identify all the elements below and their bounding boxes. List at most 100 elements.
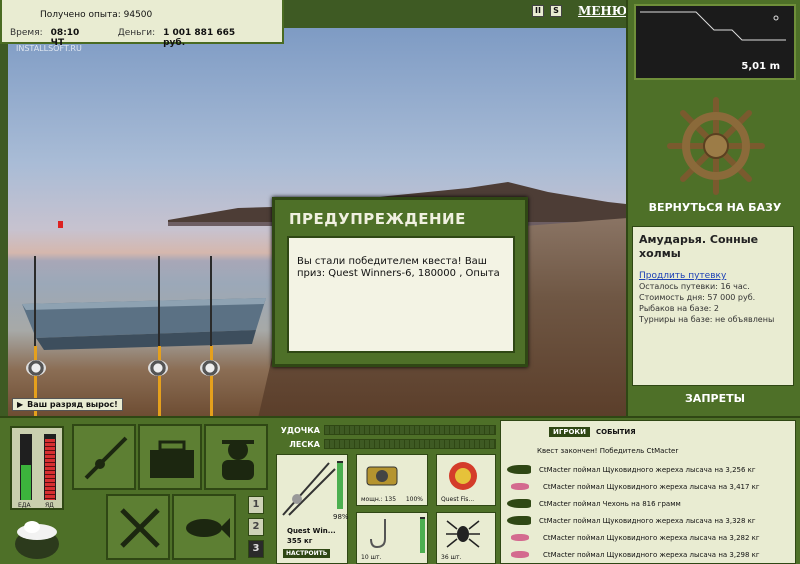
tool-page-1[interactable]: 1	[248, 496, 264, 514]
rod-icon	[282, 462, 336, 516]
tool-page-2[interactable]: 2	[248, 518, 264, 536]
player-info-panel: Получено опыта: 94500 Время: 08:10 ЧТ Де…	[0, 0, 284, 48]
dialog-message: Вы стали победителем квеста! Ваш приз: Q…	[287, 236, 515, 353]
events-panel: ИГРОКИ СОБЫТИЯ Квест закончен! Победител…	[500, 420, 796, 564]
rod-name: Quest Win...	[287, 527, 336, 535]
right-panel: 5,01 m ВЕРНУТЬСЯ НА БАЗУ Амударья. Сонны…	[626, 0, 800, 416]
event-text: CtMacter поймал Щуковидного жереха лысач…	[543, 533, 760, 542]
pause-icon[interactable]: II	[532, 5, 544, 17]
rod-weight: 355 кг	[287, 537, 313, 545]
setup-button[interactable]: НАСТРОИТЬ	[283, 549, 331, 558]
lure-icon	[511, 483, 529, 490]
events-list: CtMacter поймал Щуковидного жереха лысач…	[507, 461, 793, 563]
reel-percent: 100%	[405, 496, 423, 503]
event-text: CtMacter поймал Чехонь на 816 грамм	[539, 499, 681, 508]
info-line: Рыбаков на базе: 2	[639, 304, 719, 313]
rod-strength-label: УДОЧКА	[280, 425, 320, 435]
grade-badge: ▶ Ваш разряд вырос!	[12, 398, 123, 411]
depth-value: 5,01 m	[741, 61, 780, 72]
spider-icon	[446, 520, 480, 548]
bans-button[interactable]: ЗАПРЕТЫ	[628, 392, 800, 405]
poison-label: ЯД	[45, 502, 54, 509]
reel-power: мощн.: 135	[361, 496, 397, 503]
money-value: 1 001 881 665 руб.	[163, 28, 236, 48]
tool-page-3[interactable]: 3	[248, 540, 264, 558]
rod-condition-bar	[337, 461, 343, 509]
sound-icon[interactable]: S	[550, 5, 562, 17]
reel-icon	[148, 360, 168, 376]
depth-sonar: 5,01 m	[634, 4, 796, 80]
bait-count: 36 шт.	[441, 554, 462, 561]
bait-slot[interactable]: 36 шт.	[436, 512, 496, 564]
tackle-box-icon	[150, 440, 194, 478]
food-meter	[20, 434, 32, 500]
fisherman-icon	[222, 440, 254, 480]
hook-count: 10 шт.	[361, 554, 382, 561]
list-item: CtMacter поймал Щуковидного жереха лысач…	[507, 529, 793, 546]
info-line: Турниры на базе: не объявлены	[639, 315, 775, 324]
reel-icon	[200, 360, 220, 376]
time-label: Время:	[10, 28, 43, 38]
dialog-title: ПРЕДУПРЕЖДЕНИЕ	[289, 210, 466, 228]
list-item: CtMacter поймал Щуковидного жереха лысач…	[507, 478, 793, 495]
knife-fork-icon	[120, 508, 160, 548]
status-meters: ЕДА ЯД	[10, 426, 64, 510]
tackle-box-tool[interactable]	[138, 424, 202, 490]
fishing-rod-2[interactable]	[158, 256, 161, 416]
arrow-right-icon: ▶	[17, 400, 24, 409]
time-value: 08:10 ЧТ	[50, 28, 80, 48]
list-item: CtMacter поймал Щуковидного жереха лысач…	[507, 546, 793, 563]
fish-icon	[186, 518, 230, 538]
ship-wheel-icon[interactable]	[666, 96, 766, 196]
fish-icon	[507, 516, 531, 525]
list-item: CtMacter поймал Щуковидного жереха лысач…	[507, 461, 793, 478]
fish-icon	[507, 465, 531, 474]
lure-name: Quest Fis...	[441, 496, 475, 503]
gear-panel: УДОЧКА ЛЕСКА 98% Quest Win... 355 кг НАС…	[276, 420, 496, 564]
hook-bar	[420, 517, 425, 553]
line-strength-bar	[324, 439, 496, 449]
cauldron-icon[interactable]	[10, 514, 64, 562]
fisherman-tool[interactable]	[204, 424, 268, 490]
buoy	[58, 221, 63, 228]
location-title: Амударья. Сонные холмы	[639, 233, 759, 260]
hook-slot[interactable]: 10 шт.	[356, 512, 428, 564]
catch-tool[interactable]	[172, 494, 236, 560]
poison-meter	[44, 434, 56, 500]
info-line: Осталось путевки: 16 час.	[639, 282, 750, 291]
rod-strength-bar	[324, 425, 496, 435]
rod-tool[interactable]	[72, 424, 136, 490]
food-tool[interactable]	[106, 494, 170, 560]
event-text: CtMacter поймал Щуковидного жереха лысач…	[543, 550, 760, 559]
money-label: Деньги:	[117, 28, 156, 38]
warning-dialog[interactable]: ПРЕДУПРЕЖДЕНИЕ Вы стали победителем квес…	[272, 197, 528, 367]
line-strength-label: ЛЕСКА	[289, 439, 320, 449]
hook-icon	[370, 519, 386, 549]
reel-slot[interactable]: мощн.: 135 100%	[356, 454, 428, 506]
list-item: CtMacter поймал Чехонь на 816 грамм	[507, 495, 793, 512]
food-label: ЕДА	[18, 502, 31, 509]
return-to-base-button[interactable]: ВЕРНУТЬСЯ НА БАЗУ	[628, 198, 800, 218]
extend-trip-link[interactable]: Продлить путевку	[639, 271, 787, 281]
selected-rod[interactable]: 98% Quest Win... 355 кг НАСТРОИТЬ	[276, 454, 349, 564]
boat	[22, 298, 266, 350]
reel-icon	[26, 360, 46, 376]
lure-icon	[511, 551, 529, 558]
event-text: CtMacter поймал Щуковидного жереха лысач…	[539, 516, 756, 525]
fish-icon	[507, 499, 531, 508]
menu-button[interactable]: МЕНЮ	[578, 4, 627, 18]
xp-readout: Получено опыта: 94500	[40, 10, 153, 20]
rods-icon	[84, 436, 128, 480]
tab-players[interactable]: ИГРОКИ	[549, 427, 590, 437]
tab-events[interactable]: СОБЫТИЯ	[592, 427, 640, 437]
lure-icon	[449, 462, 477, 490]
rod-percent: 98%	[333, 513, 349, 521]
event-text: CtMacter поймал Щуковидного жереха лысач…	[543, 482, 760, 491]
base-info: Амударья. Сонные холмы Продлить путевку …	[632, 226, 794, 386]
list-item: CtMacter поймал Щуковидного жереха лысач…	[507, 512, 793, 529]
fishing-rod-3[interactable]	[210, 256, 213, 416]
bottom-panel: ЕДА ЯД 1 2 3 УДОЧКА ЛЕСКА 98% Quest Win.…	[0, 416, 800, 564]
lure-slot[interactable]: Quest Fis...	[436, 454, 496, 506]
info-line: Стоимость дня: 57 000 руб.	[639, 293, 756, 302]
lure-icon	[511, 534, 529, 541]
